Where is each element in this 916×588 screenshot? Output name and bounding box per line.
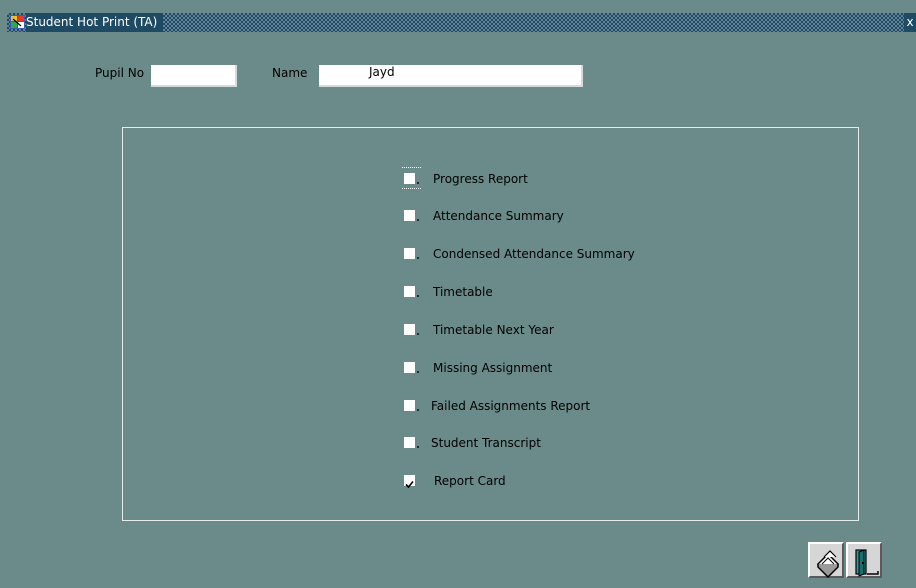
title-bar[interactable]: Student Hot Print (TA) x: [7, 13, 916, 32]
pupil-no-label: Pupil No: [95, 66, 145, 80]
checkbox-dot: [417, 446, 419, 448]
report-option-checkbox[interactable]: [404, 475, 415, 489]
report-option-checkbox[interactable]: [404, 324, 415, 335]
checkbox-dot: [417, 333, 419, 335]
report-option-label: Failed Assignments Report: [431, 399, 591, 413]
checkmark-icon: [405, 480, 414, 489]
app-window: Student Hot Print (TA) x Pupil No Name J…: [0, 0, 916, 588]
checkbox-dot: [417, 219, 419, 221]
pupil-no-field[interactable]: [151, 65, 237, 87]
checkbox-dot: [417, 257, 419, 259]
report-option-label: Attendance Summary: [433, 209, 564, 223]
report-option-label: Condensed Attendance Summary: [433, 247, 635, 261]
printer-icon: [816, 550, 840, 578]
name-label: Name: [272, 66, 308, 80]
report-option-checkbox[interactable]: [404, 248, 415, 259]
report-option-label: Student Transcript: [431, 436, 541, 450]
print-button[interactable]: [808, 542, 844, 578]
report-option-checkbox[interactable]: [404, 286, 415, 297]
window-title: Student Hot Print (TA): [26, 13, 164, 32]
report-option-label: Missing Assignment: [433, 361, 553, 375]
report-option-label: Progress Report: [433, 172, 528, 186]
report-option-label: Timetable: [433, 285, 493, 299]
report-option-label: Timetable Next Year: [433, 323, 554, 337]
focus-indicator: [402, 167, 421, 189]
checkbox-dot: [417, 371, 419, 373]
checkbox-dot: [417, 409, 419, 411]
app-icon: [10, 15, 25, 29]
report-option-checkbox[interactable]: [404, 437, 415, 448]
exit-door-icon: [855, 549, 879, 577]
checkbox-dot: [417, 295, 419, 297]
exit-button[interactable]: [846, 542, 882, 578]
name-value: Jayd: [369, 65, 395, 79]
report-option-checkbox[interactable]: [404, 362, 415, 373]
close-icon[interactable]: x: [904, 13, 916, 32]
report-option-label: Report Card: [434, 474, 506, 488]
name-field[interactable]: Jayd: [319, 65, 583, 87]
report-option-checkbox[interactable]: [404, 400, 415, 411]
report-option-checkbox[interactable]: [404, 210, 415, 221]
